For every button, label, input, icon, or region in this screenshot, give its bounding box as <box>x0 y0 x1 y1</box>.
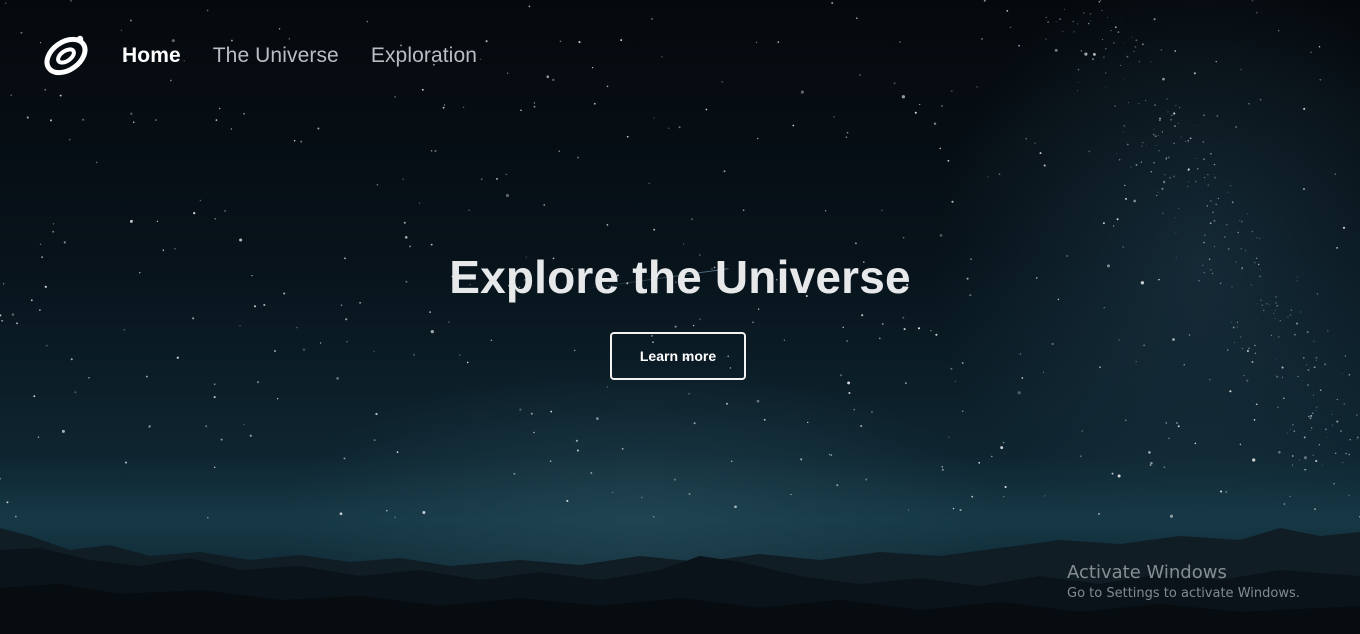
learn-more-button[interactable]: Learn more <box>610 332 746 380</box>
spiral-galaxy-icon[interactable] <box>40 30 92 82</box>
landing-page: Home The Universe Exploration Explore th… <box>0 0 1360 634</box>
nav-exploration-link[interactable]: Exploration <box>371 44 477 68</box>
mountain-silhouette <box>0 528 1360 634</box>
hero-title: Explore the Universe <box>449 251 911 303</box>
watermark-title: Activate Windows <box>1067 562 1227 583</box>
nav-home-link[interactable]: Home <box>122 44 181 68</box>
windows-activation-watermark: Activate Windows Go to Settings to activ… <box>1067 562 1300 604</box>
watermark-subtitle: Go to Settings to activate Windows. <box>1067 586 1300 601</box>
nav-universe-link[interactable]: The Universe <box>213 44 339 68</box>
main-navigation: Home The Universe Exploration <box>40 30 509 82</box>
